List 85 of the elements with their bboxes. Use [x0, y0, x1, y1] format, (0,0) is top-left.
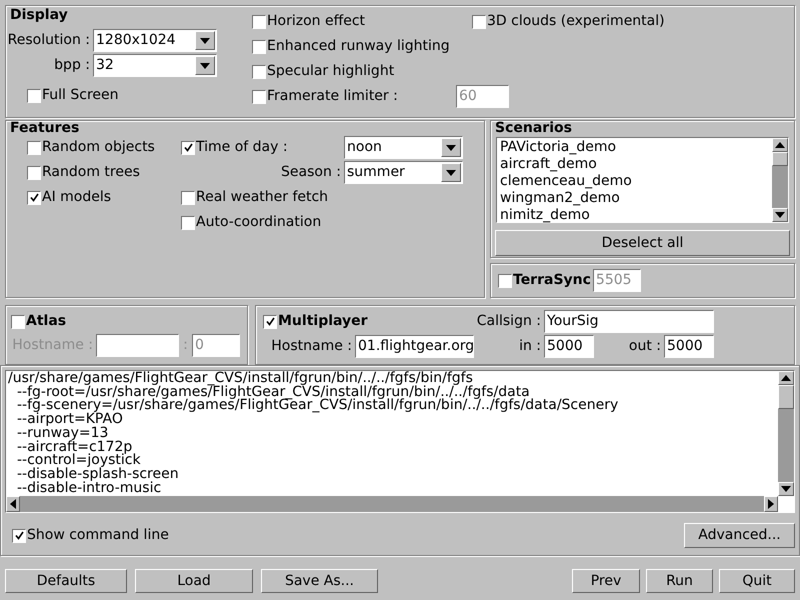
down-arrow-icon[interactable]: [775, 212, 785, 218]
checkbox[interactable]: [27, 88, 41, 102]
field-label: in :: [518, 337, 542, 356]
checkbox-label: AI models: [42, 188, 112, 207]
command-text: /usr/share/games/FlightGear_CVS/install/fgrun/bin/../../fgfs/bin/fgfs: [8, 372, 473, 386]
checkbox[interactable]: [12, 528, 26, 542]
checkbox-label: Random trees: [42, 163, 140, 182]
checkmark-icon: [30, 193, 38, 202]
list-item[interactable]: aircraft_demo: [497, 156, 772, 173]
up-arrow-icon[interactable]: [781, 375, 791, 381]
checkbox[interactable]: [181, 216, 195, 230]
checkbox-label: 3D clouds (experimental): [487, 12, 665, 31]
field-label: Resolution :: [6, 31, 91, 50]
checkbox-label: Real weather fetch: [196, 188, 328, 207]
button[interactable]: Prev: [572, 569, 640, 593]
checkbox-label: Specular highlight: [267, 62, 394, 81]
checkbox[interactable]: [181, 190, 195, 204]
checkbox[interactable]: [263, 314, 277, 328]
button[interactable]: Advanced...: [684, 523, 795, 548]
button[interactable]: Defaults: [5, 569, 127, 593]
list-item[interactable]: nimitz_demo: [497, 207, 772, 224]
checkbox-label: Multiplayer: [278, 312, 368, 331]
button[interactable]: Load: [135, 569, 253, 593]
checkbox-label: Framerate limiter :: [267, 87, 398, 106]
checkbox[interactable]: [181, 140, 195, 154]
checkmark-icon: [266, 317, 274, 326]
button[interactable]: Save As...: [261, 569, 378, 593]
field-label: Season :: [280, 163, 342, 182]
checkbox-label: Horizon effect: [267, 12, 366, 31]
checkbox[interactable]: [252, 64, 266, 78]
checkbox-label: Enhanced runway lighting: [267, 37, 450, 56]
scrollbar[interactable]: [772, 138, 788, 222]
command-argument: --disable-splash-screen: [16, 468, 180, 482]
checkbox[interactable]: [252, 14, 266, 28]
list-item[interactable]: wingman2_demo: [497, 190, 772, 207]
list-item[interactable]: PAVictoria_demo: [497, 139, 772, 156]
horizontal-scrollbar[interactable]: [6, 496, 778, 512]
checkbox-label: Random objects: [42, 138, 155, 157]
up-arrow-icon[interactable]: [775, 142, 785, 148]
command-argument: --aircraft=c172p: [16, 440, 132, 454]
checkmark-icon: [184, 143, 192, 152]
scrollbar[interactable]: [778, 371, 794, 496]
scrollbar-thumb[interactable]: [772, 152, 788, 166]
dropdown[interactable]: 32: [93, 54, 217, 77]
checkbox[interactable]: [27, 190, 41, 204]
port-field[interactable]: 5000: [544, 335, 594, 358]
command-argument: --fg-root=/usr/share/games/FlightGear_CVS/install/fgrun/bin/../../fgfs/data: [17, 386, 530, 400]
checkmark-icon: [14, 531, 24, 540]
section-title: Scenarios: [494, 121, 573, 135]
dropdown[interactable]: summer: [344, 161, 463, 184]
command-argument: --disable-intro-music: [16, 482, 162, 496]
section-title: Features: [9, 121, 80, 135]
separator-label: :: [182, 336, 189, 355]
checkbox-label: Time of day :: [196, 138, 288, 157]
field-label: out :: [628, 337, 662, 356]
dropdown[interactable]: 1280x1024: [93, 29, 217, 52]
field-label: Hostname :: [270, 337, 353, 356]
hostname-field[interactable]: 01.flightgear.org: [355, 335, 474, 358]
checkbox-label: Show command line: [27, 526, 169, 545]
field-label: bpp :: [53, 56, 91, 75]
command-argument: --fg-scenery=/usr/share/games/FlightGear_CVS/install/fgrun/bin/../../fgfs/data/Scenery: [16, 399, 620, 414]
checkbox[interactable]: [252, 40, 266, 54]
button[interactable]: Quit: [719, 569, 795, 593]
button[interactable]: Deselect all: [495, 230, 790, 256]
checkbox-label: Atlas: [26, 312, 66, 331]
right-arrow-icon[interactable]: [768, 499, 774, 509]
checkbox[interactable]: [27, 140, 41, 154]
checkbox-label: Full Screen: [42, 86, 119, 105]
scrollbar-thumb[interactable]: [778, 385, 794, 409]
down-arrow-icon[interactable]: [781, 486, 791, 492]
checkbox-label: Auto-coordination: [196, 213, 322, 232]
checkbox[interactable]: [472, 14, 486, 28]
command-argument: --runway=13: [16, 426, 108, 441]
list-item[interactable]: clemenceau_demo: [497, 173, 772, 190]
checkbox[interactable]: [27, 166, 41, 180]
field-label: Callsign :: [476, 312, 542, 331]
checkbox-label: TerraSync: [513, 271, 591, 290]
command-argument: --control=joystick: [16, 454, 141, 468]
section-title: Display: [9, 6, 69, 24]
port-field[interactable]: 5000: [664, 335, 714, 358]
button[interactable]: Run: [646, 569, 713, 593]
left-arrow-icon[interactable]: [10, 499, 16, 509]
command-argument: --airport=KPAO: [16, 413, 123, 427]
callsign-field[interactable]: YourSig: [544, 310, 714, 333]
dropdown[interactable]: noon: [344, 136, 463, 159]
